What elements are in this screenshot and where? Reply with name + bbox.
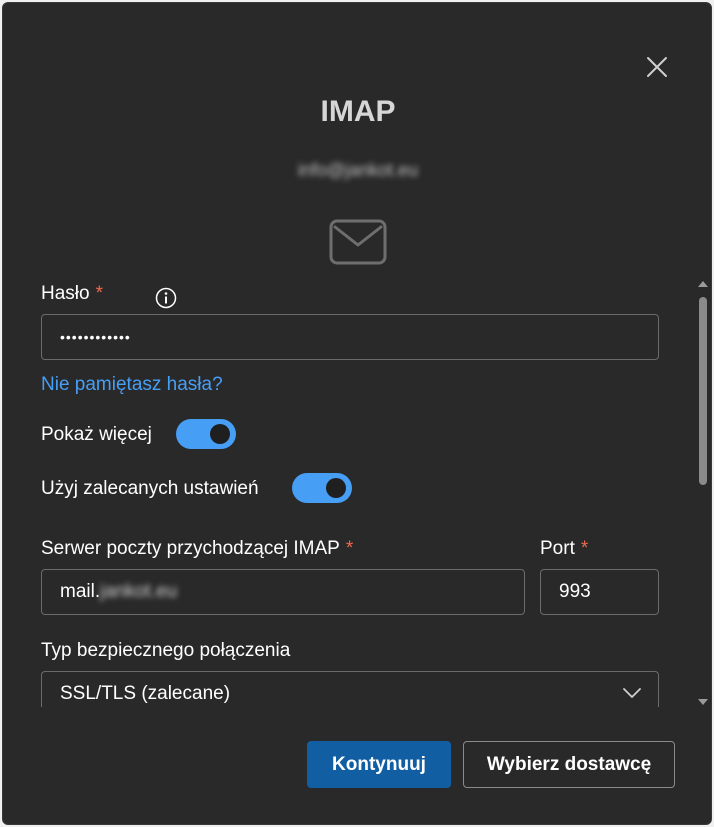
server-prefix: mail. — [60, 581, 101, 602]
port-input[interactable]: 993 — [540, 569, 659, 615]
port-label: Port * — [540, 538, 589, 559]
scroll-thumb[interactable] — [699, 297, 707, 485]
close-button[interactable] — [641, 51, 673, 83]
password-input[interactable]: •••••••••••• — [41, 314, 659, 360]
form-scroll-area[interactable]: Hasło * •••••••••••• Nie pamiętasz hasła?… — [3, 279, 695, 707]
choose-provider-button[interactable]: Wybierz dostawcę — [463, 741, 675, 788]
toggle-knob — [210, 424, 230, 444]
chevron-down-icon — [623, 688, 641, 698]
port-value: 993 — [559, 581, 591, 602]
info-icon[interactable] — [155, 287, 177, 309]
scroll-up-arrow[interactable] — [698, 281, 708, 287]
imap-dialog: IMAP info@jankot.eu Hasło * •••••••••••• … — [2, 2, 712, 825]
dialog-title: IMAP — [320, 95, 396, 128]
scroll-down-arrow[interactable] — [698, 699, 708, 705]
use-recommended-toggle[interactable] — [292, 473, 352, 503]
server-domain: jankot.eu — [100, 581, 178, 602]
security-type-label: Typ bezpiecznego połączenia — [41, 640, 291, 661]
vertical-scrollbar[interactable] — [696, 279, 710, 707]
show-more-label: Pokaż więcej — [41, 424, 152, 445]
account-email: info@jankot.eu — [297, 160, 419, 180]
security-type-select[interactable]: SSL/TLS (zalecane) — [41, 671, 659, 707]
toggle-knob — [326, 478, 346, 498]
incoming-server-label: Serwer poczty przychodzącej IMAP * — [41, 538, 354, 559]
incoming-server-input[interactable]: mail. jankot.eu — [41, 569, 525, 615]
show-more-toggle[interactable] — [176, 419, 236, 449]
password-label: Hasło * — [41, 283, 177, 309]
use-recommended-label: Użyj zalecanych ustawień — [41, 478, 259, 499]
continue-button[interactable]: Kontynuuj — [307, 741, 451, 788]
envelope-icon — [329, 219, 387, 265]
close-icon — [647, 57, 667, 77]
security-type-value: SSL/TLS (zalecane) — [60, 683, 231, 704]
forgot-password-link[interactable]: Nie pamiętasz hasła? — [41, 374, 223, 396]
password-value: •••••••••••• — [60, 329, 131, 345]
